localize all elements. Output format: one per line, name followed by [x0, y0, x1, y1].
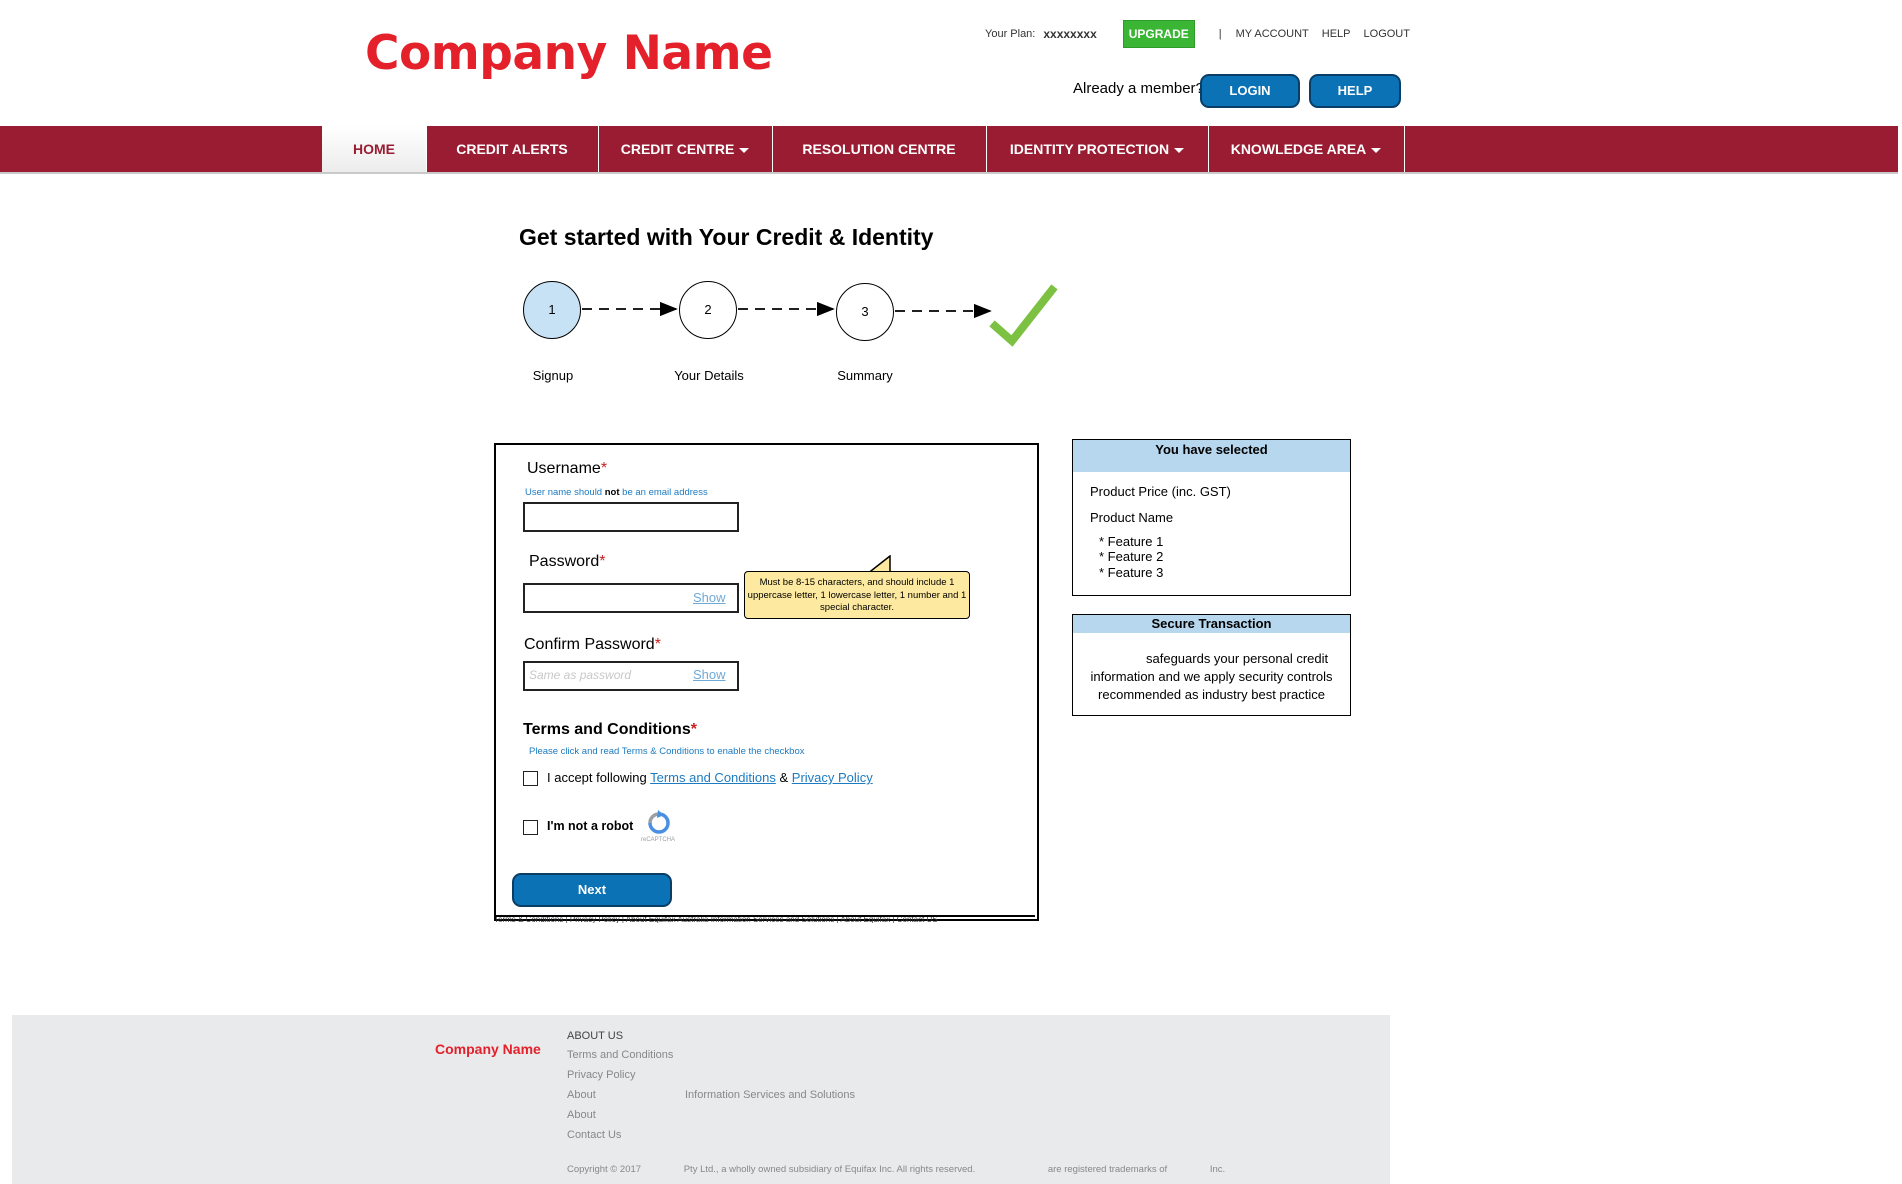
- footer-terms-link[interactable]: Terms and Conditions: [567, 1049, 673, 1061]
- required-mark: *: [599, 553, 606, 570]
- confirm-password-show-link[interactable]: Show: [693, 667, 726, 682]
- username-input[interactable]: [523, 502, 739, 532]
- secure-transaction-panel: Secure Transaction safeguards your perso…: [1072, 614, 1351, 716]
- terms-hint: Please click and read Terms & Conditions…: [529, 746, 805, 757]
- copyright-mid: Pty Ltd., a wholly owned subsidiary of E…: [683, 1164, 976, 1175]
- feature-item: * Feature 1: [1099, 534, 1164, 549]
- username-label: Username*: [527, 460, 607, 478]
- selected-panel-title: You have selected: [1073, 440, 1350, 472]
- confirm-password-placeholder: Same as password: [529, 668, 632, 682]
- secure-line-2: information and we apply security contro…: [1090, 669, 1333, 684]
- recaptcha-text: reCAPTCHA: [641, 837, 676, 843]
- recaptcha-checkbox[interactable]: [523, 820, 538, 835]
- username-label-text: Username: [527, 460, 601, 477]
- copyright-pre: Copyright © 2017: [567, 1164, 642, 1175]
- username-hint-pre: User name should: [525, 487, 605, 498]
- feature-item: * Feature 2: [1099, 549, 1164, 564]
- username-hint-post: be an email address: [619, 487, 708, 498]
- secure-line-1: safeguards your personal credit: [1146, 651, 1329, 666]
- recaptcha-label: I'm not a robot: [547, 819, 634, 833]
- accept-text: I accept following: [547, 770, 647, 785]
- step-connectors: [582, 284, 1058, 347]
- checkmark-icon: [989, 284, 1058, 347]
- feature-item: * Feature 3: [1099, 565, 1164, 580]
- product-price: Product Price (inc. GST): [1090, 484, 1231, 499]
- confirm-password-label: Confirm Password*: [524, 636, 661, 654]
- step-2-label: Your Details: [674, 368, 744, 383]
- confirm-password-label-text: Confirm Password: [524, 636, 655, 653]
- footer-privacy-link[interactable]: Privacy Policy: [567, 1069, 635, 1081]
- footer-about-suffix[interactable]: Information Services and Solutions: [685, 1089, 855, 1101]
- terms-link[interactable]: Terms and Conditions: [650, 770, 776, 785]
- form-footer-links[interactable]: Terms & Conditions | Privacy Policy | Ab…: [494, 915, 1035, 923]
- terms-heading: Terms and Conditions*: [523, 721, 697, 739]
- privacy-link[interactable]: Privacy Policy: [792, 770, 873, 785]
- accept-terms-checkbox[interactable]: [523, 771, 538, 786]
- ampersand: &: [779, 770, 789, 785]
- required-mark: *: [654, 636, 661, 653]
- footer-about-link[interactable]: About: [567, 1089, 596, 1101]
- secure-panel-title: Secure Transaction: [1073, 615, 1350, 633]
- copyright-post: are registered trademarks of: [1047, 1164, 1168, 1175]
- footer-about-us: ABOUT US: [567, 1030, 624, 1042]
- username-hint-bold: not: [604, 487, 620, 498]
- step-1-label: Signup: [532, 368, 574, 383]
- copyright-end: Inc.: [1209, 1164, 1226, 1175]
- password-rules-tooltip: Must be 8-15 characters, and should incl…: [744, 571, 970, 619]
- footer-copyright: Copyright © 2017 Pty Ltd., a wholly owne…: [567, 1164, 1225, 1175]
- secure-line-3: recommended as industry best practice: [1098, 687, 1325, 702]
- recaptcha-icon: [648, 810, 670, 834]
- password-label: Password*: [529, 553, 605, 571]
- page-footer: Company Name ABOUT US Terms and Conditio…: [12, 1015, 1390, 1184]
- accept-terms-label: I accept following Terms and Conditions …: [547, 770, 873, 785]
- password-label-text: Password: [529, 553, 600, 570]
- footer-contact-link[interactable]: Contact Us: [567, 1129, 621, 1141]
- terms-heading-text: Terms and Conditions: [523, 721, 691, 738]
- footer-about-link[interactable]: About: [567, 1109, 596, 1121]
- product-name: Product Name: [1090, 510, 1174, 525]
- footer-company-name[interactable]: Company Name: [435, 1041, 541, 1057]
- password-show-link[interactable]: Show: [693, 590, 726, 605]
- step-3-label: Summary: [837, 368, 893, 383]
- required-mark: *: [600, 460, 608, 477]
- required-mark: *: [690, 721, 697, 738]
- next-button[interactable]: Next: [512, 873, 672, 907]
- selected-product-panel: You have selected Product Price (inc. GS…: [1072, 439, 1351, 596]
- username-hint: User name should not be an email address: [525, 487, 708, 498]
